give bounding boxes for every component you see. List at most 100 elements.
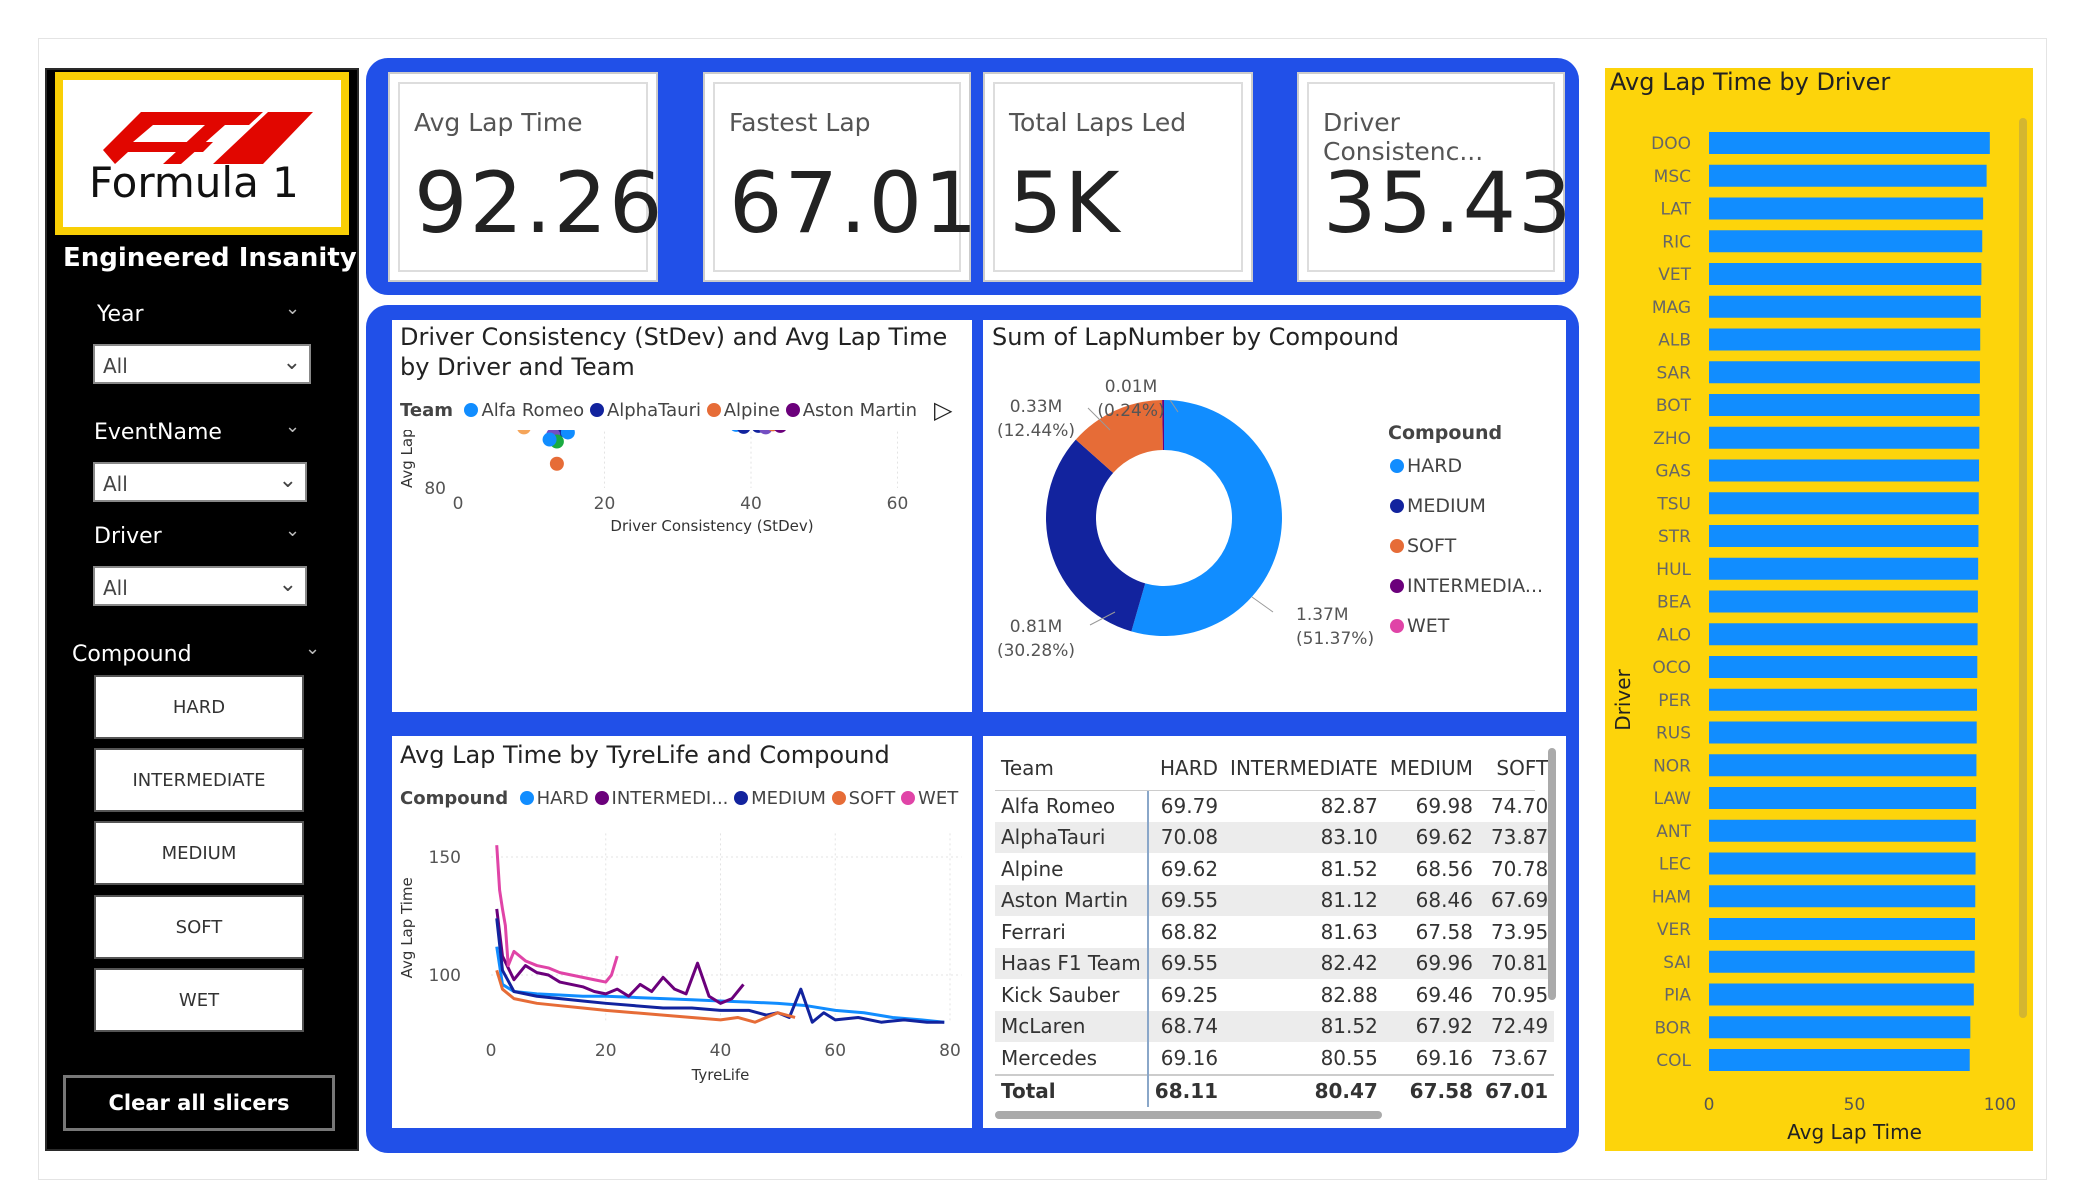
scatter-point[interactable]	[517, 430, 531, 435]
driver-bar[interactable]	[1709, 885, 1976, 908]
driver-bar[interactable]	[1709, 263, 1982, 285]
driver-bar[interactable]	[1709, 787, 1977, 809]
column-header[interactable]: Team	[995, 746, 1148, 790]
bar-chart-scrollbar[interactable]	[2019, 118, 2027, 1018]
driver-bar[interactable]	[1709, 1049, 1970, 1071]
driver-tick-label: BEA	[1657, 593, 1691, 613]
legend-item[interactable]: INTERMEDI...	[612, 788, 729, 809]
scatter-point[interactable]	[737, 430, 751, 434]
table-row[interactable]: Alfa Romeo 69.79 82.87 69.98 74.70	[995, 790, 1554, 822]
chevron-down-icon[interactable]: ⌄	[285, 520, 300, 541]
chevron-down-icon[interactable]: ⌄	[285, 416, 300, 437]
logo-text: Formula 1	[89, 158, 299, 207]
scatter-point[interactable]	[542, 432, 557, 447]
team-cell: Mercedes	[995, 1042, 1149, 1075]
driver-bar[interactable]	[1709, 230, 1983, 253]
compound-tile-soft[interactable]: SOFT	[94, 895, 304, 959]
value-cell: 81.12	[1224, 884, 1384, 916]
scatter-point[interactable]	[549, 456, 564, 471]
driver-bar[interactable]	[1709, 328, 1981, 351]
table-row[interactable]: Mercedes 69.16 80.55 69.16 73.67	[995, 1042, 1554, 1075]
column-header[interactable]: HARD	[1148, 746, 1224, 790]
legend-item-wet[interactable]: WET	[1390, 615, 1449, 637]
driver-bar[interactable]	[1709, 459, 1980, 482]
driver-bar[interactable]	[1709, 525, 1979, 547]
donut-slice-medium[interactable]	[1046, 439, 1146, 632]
legend-item[interactable]: HARD	[537, 788, 589, 809]
scatter-point[interactable]	[773, 430, 787, 433]
table-row[interactable]: Aston Martin 69.55 81.12 68.46 67.69	[995, 884, 1555, 916]
driver-bar[interactable]	[1709, 721, 1977, 744]
driver-dropdown[interactable]: All ⌄	[93, 566, 307, 606]
driver-bar[interactable]	[1709, 557, 1979, 580]
driver-bar[interactable]	[1709, 197, 1984, 220]
compound-tile-medium[interactable]: MEDIUM	[94, 821, 304, 885]
driver-bar[interactable]	[1709, 361, 1980, 384]
line-series-wet[interactable]	[495, 845, 619, 984]
legend-next-icon[interactable]: ▷	[934, 396, 952, 424]
value-cell: 68.82	[1160, 919, 1219, 944]
legend-item[interactable]: MEDIUM	[751, 788, 826, 809]
kpi-value: 5K	[1009, 154, 1122, 252]
column-header[interactable]: INTERMEDIATE	[1224, 746, 1384, 790]
table-horizontal-scrollbar[interactable]	[995, 1111, 1382, 1119]
driver-bar[interactable]	[1709, 623, 1978, 646]
driver-bar[interactable]	[1709, 754, 1977, 777]
legend-item[interactable]: Alfa Romeo	[481, 400, 584, 421]
driver-bar[interactable]	[1709, 1016, 1971, 1039]
driver-bar[interactable]	[1709, 295, 1981, 318]
driver-bar[interactable]	[1709, 983, 1974, 1006]
kpi-value: 92.26	[414, 154, 665, 252]
sidebar-subtitle: Engineered Insanity	[63, 243, 357, 273]
chevron-down-icon[interactable]: ⌄	[305, 638, 320, 659]
legend-item[interactable]: Aston Martin	[803, 400, 917, 421]
driver-bar[interactable]	[1709, 590, 1978, 613]
table-total-row: Total 68.11 80.47 67.58 67.01	[995, 1073, 1555, 1107]
scatter-point[interactable]	[560, 430, 575, 440]
driver-tick-label: RUS	[1656, 724, 1691, 744]
driver-bar[interactable]	[1709, 918, 1975, 940]
compound-tile-wet[interactable]: WET	[94, 968, 304, 1032]
legend-item[interactable]: SOFT	[849, 788, 896, 809]
table-row[interactable]: AlphaTauri 70.08 83.10 69.62 73.87	[995, 821, 1555, 853]
driver-tick-label: ALB	[1658, 331, 1691, 351]
legend-item-medium[interactable]: MEDIUM	[1390, 495, 1486, 517]
table-vertical-scrollbar[interactable]	[1548, 748, 1556, 1000]
table-row[interactable]: McLaren 68.74 81.52 67.92 72.49	[995, 1010, 1555, 1042]
column-header[interactable]: SOFT	[1479, 746, 1554, 790]
compound-tile-hard[interactable]: HARD	[94, 675, 304, 739]
table-row[interactable]: Alpine 69.62 81.52 68.56 70.78	[995, 853, 1554, 885]
slicer-compound-title: Compound	[72, 642, 192, 667]
table-row[interactable]: Kick Sauber 69.25 82.88 69.46 70.95	[995, 979, 1554, 1011]
legend-item-hard[interactable]: HARD	[1390, 455, 1462, 477]
clear-all-slicers-button[interactable]: Clear all slicers	[63, 1075, 335, 1131]
table-row[interactable]: Ferrari 68.82 81.63 67.58 73.95	[995, 916, 1554, 948]
eventname-dropdown[interactable]: All ⌄	[93, 462, 307, 502]
driver-bar[interactable]	[1709, 656, 1978, 678]
driver-bar[interactable]	[1709, 426, 1980, 449]
legend-dot	[734, 791, 749, 805]
driver-bar[interactable]	[1709, 132, 1990, 154]
driver-bar[interactable]	[1709, 950, 1975, 973]
compound-tile-intermediate[interactable]: INTERMEDIATE	[94, 748, 304, 812]
driver-bar[interactable]	[1709, 852, 1976, 875]
driver-bar[interactable]	[1709, 492, 1979, 515]
legend-item[interactable]: AlphaTauri	[607, 400, 701, 421]
legend-item[interactable]: WET	[918, 788, 958, 809]
legend-item[interactable]: Alpine	[724, 400, 780, 421]
value-cell: 69.62	[1160, 856, 1219, 881]
line-title: Avg Lap Time by TyreLife and Compound	[400, 741, 890, 769]
driver-tick-label: VER	[1657, 920, 1691, 940]
driver-bar[interactable]	[1709, 164, 1987, 187]
year-dropdown[interactable]: All ⌄	[93, 344, 311, 384]
line-series-intermediate[interactable]	[495, 908, 745, 1005]
chevron-down-icon[interactable]: ⌄	[285, 298, 300, 319]
driver-tick-label: ZHO	[1653, 429, 1691, 449]
driver-bar[interactable]	[1709, 688, 1978, 711]
column-header[interactable]: MEDIUM	[1384, 746, 1479, 790]
table-row[interactable]: Haas F1 Team 69.55 82.42 69.96 70.81	[995, 947, 1555, 979]
legend-item-soft[interactable]: SOFT	[1390, 535, 1456, 557]
driver-bar[interactable]	[1709, 394, 1980, 416]
legend-item-intermediate[interactable]: INTERMEDIA...	[1390, 575, 1543, 597]
driver-bar[interactable]	[1709, 819, 1976, 842]
